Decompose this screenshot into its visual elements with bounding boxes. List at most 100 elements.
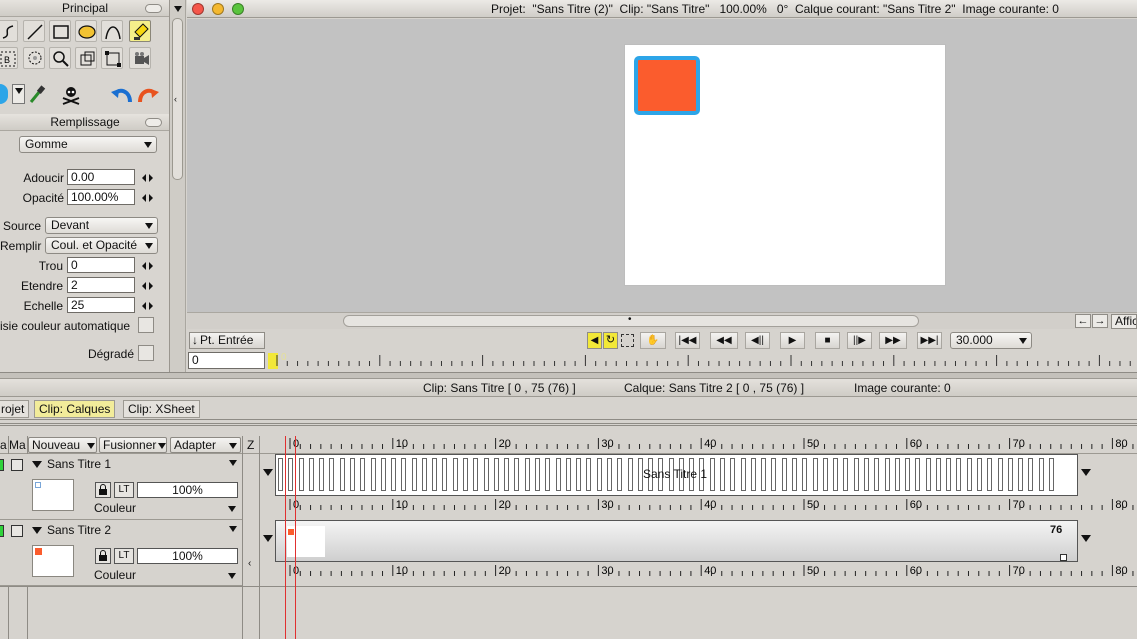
safe-area-icon[interactable] [621,334,634,347]
frame-cell[interactable] [617,458,623,491]
adapter-menu[interactable]: Adapter [170,437,241,453]
frame-cell[interactable] [781,458,787,491]
frame-cell[interactable] [308,458,314,491]
frame-cell[interactable] [524,458,530,491]
layer-lt-button[interactable]: LT [114,548,134,564]
fast-forward-icon[interactable]: ▶▶ [879,332,907,349]
frame-cell[interactable] [771,458,777,491]
layer-lock-icon[interactable] [95,482,111,498]
frame-cell[interactable] [987,458,993,491]
play-icon[interactable]: ▶ [780,332,805,349]
scale-tool-icon[interactable] [101,47,123,69]
frame-cell[interactable] [863,458,869,491]
frame-cell[interactable] [627,458,633,491]
layer-1-frame-track[interactable]: Sans Titre 1 [275,454,1078,496]
layer-menu-icon[interactable] [229,460,237,466]
frame-cell[interactable] [493,458,499,491]
frame-cell[interactable] [606,458,612,491]
opacite-field[interactable]: 100.00% [67,189,135,205]
frame-cell[interactable] [452,458,458,491]
frame-cell[interactable] [596,458,602,491]
frame-cell[interactable] [925,458,931,491]
fill-tool-icon[interactable] [129,20,151,42]
ellipse-tool-icon[interactable] [75,20,97,42]
toolbox-scrollbar[interactable]: ‹ [170,0,186,372]
layer-name[interactable]: Sans Titre 1 [47,457,111,471]
echelle-stepper-icon[interactable] [142,300,154,311]
scroll-right-icon[interactable]: → [1092,314,1108,328]
frame-cell[interactable] [1049,458,1054,491]
tab-projet[interactable]: rojet [0,400,30,418]
frame-cell[interactable] [329,458,335,491]
layer-lt-button[interactable]: LT [114,482,134,498]
frame-cell[interactable] [792,458,797,491]
close-window-icon[interactable] [192,3,204,15]
layer-2-frame-track[interactable]: 76 [275,520,1078,562]
layer-opacity-field[interactable]: 100% [137,548,238,564]
adoucir-stepper-icon[interactable] [142,172,154,183]
auto-color-checkbox[interactable] [138,317,154,333]
frame-cell[interactable] [915,458,921,491]
frame-cell[interactable] [421,458,427,491]
frame-cell[interactable] [298,458,304,491]
opacite-stepper-icon[interactable] [142,192,154,203]
entry-point-button[interactable]: ↓ Pt. Entrée [189,332,265,349]
rectangle-shape[interactable] [634,56,700,115]
layer-expand-icon[interactable] [32,527,42,534]
zoom-tool-icon[interactable] [49,47,71,69]
fusionner-menu[interactable]: Fusionner [99,437,167,453]
frame-cell[interactable] [349,458,355,491]
stop-icon[interactable]: ■ [815,332,840,349]
frame-cell[interactable] [473,458,479,491]
frame-cell[interactable] [946,458,952,491]
frame-cell[interactable] [977,458,983,491]
nouveau-menu[interactable]: Nouveau [28,437,97,453]
layer-mode-dropdown-icon[interactable] [228,573,236,579]
frame-cell[interactable] [278,458,283,491]
frame-cell[interactable] [586,458,592,491]
layer-mask-checkbox[interactable] [11,459,23,471]
frame-cell[interactable] [380,458,386,491]
source-select[interactable]: Devant [45,217,158,234]
camera-tool-icon[interactable] [129,47,151,69]
adoucir-field[interactable]: 0.00 [67,169,135,185]
etendre-field[interactable]: 2 [67,277,135,293]
frame-cell[interactable] [1028,458,1034,491]
layer-lock-icon[interactable] [95,548,111,564]
frame-cell[interactable] [812,458,818,491]
fill-mode-select[interactable]: Gomme [19,136,157,153]
frame-cell[interactable] [442,458,448,491]
frame-cell[interactable] [997,458,1003,491]
playhead-line[interactable] [295,436,296,639]
frame-cell[interactable] [319,458,325,491]
stage-canvas[interactable] [625,45,945,285]
frame-cell[interactable] [288,458,294,491]
end-handle[interactable] [1060,554,1067,561]
frame-cell[interactable] [483,458,489,491]
frame-cell[interactable] [843,458,849,491]
zoom-window-icon[interactable] [232,3,244,15]
scroll-left-icon[interactable]: ← [1075,314,1091,328]
tab-clip-calques[interactable]: Clip: Calques [34,400,116,418]
frame-cell[interactable] [894,458,900,491]
etendre-stepper-icon[interactable] [142,280,154,291]
collapse-fill-button[interactable] [145,118,162,127]
gradient-checkbox[interactable] [138,345,154,361]
bezier-tool-icon[interactable] [101,20,123,42]
frame-cell[interactable] [1018,458,1024,491]
frame-cell[interactable] [822,458,828,491]
frame-cell[interactable] [833,458,839,491]
clear-skull-icon[interactable] [60,84,82,106]
trou-stepper-icon[interactable] [142,260,154,271]
collapse-toolbox-button[interactable] [145,4,162,13]
transform-tool-icon[interactable] [75,47,97,69]
frame-cell[interactable] [370,458,376,491]
frame-cell[interactable] [730,458,736,491]
current-frame-input[interactable]: 0 [188,352,265,369]
color-swatch-icon[interactable] [0,84,8,104]
frame-cell[interactable] [935,458,941,491]
layer-name[interactable]: Sans Titre 2 [47,523,111,537]
line-tool-icon[interactable] [23,20,45,42]
layer-expand-icon[interactable] [32,461,42,468]
rewind-icon[interactable]: ◀◀ [710,332,738,349]
